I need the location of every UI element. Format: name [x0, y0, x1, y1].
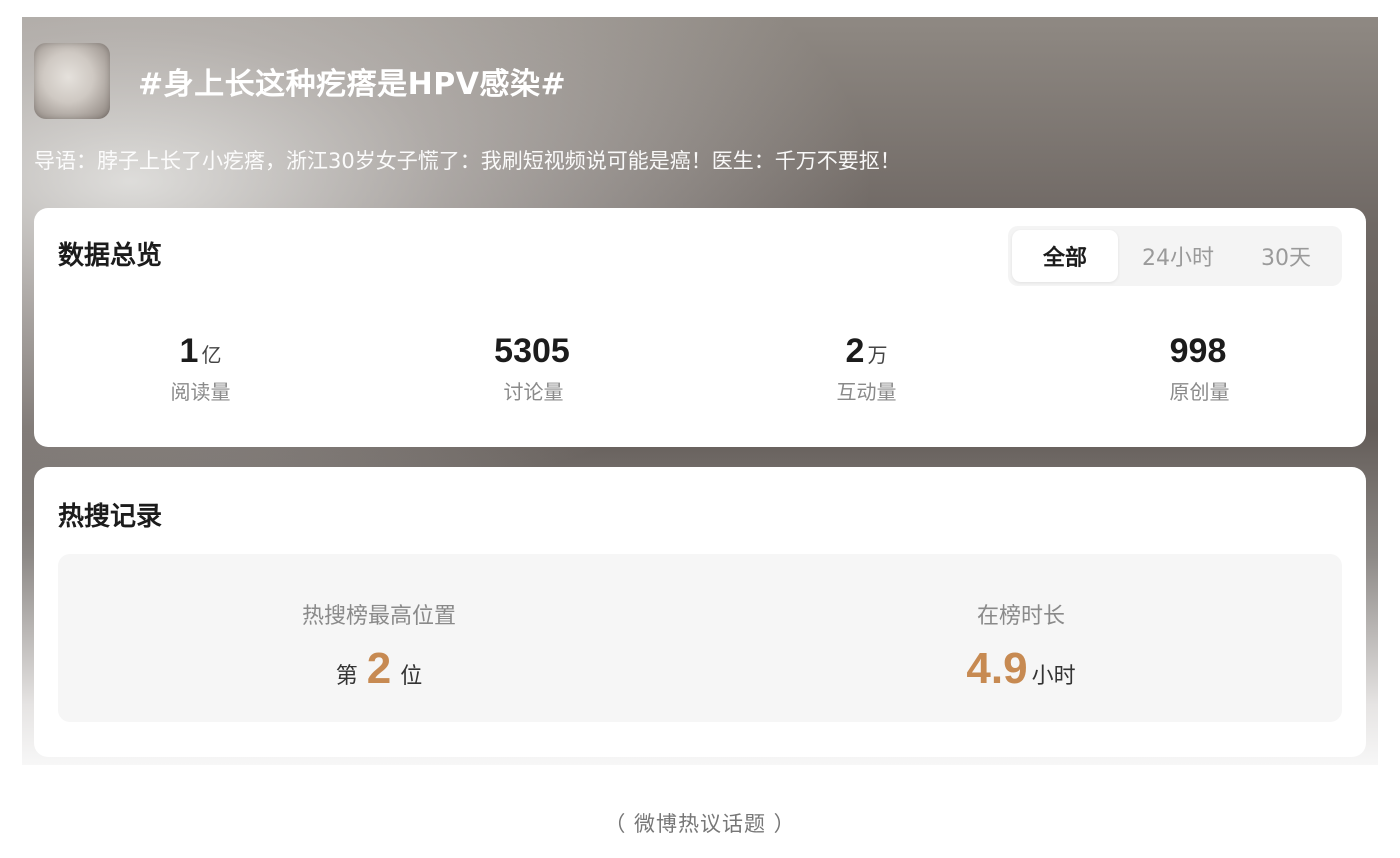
- stat-interactions-unit: 万: [867, 343, 888, 367]
- tab-24-hours[interactable]: 24小时: [1118, 230, 1238, 282]
- stats-row: 1 亿 阅读量 5305 讨论量 2 万 互动量 998 原创量: [34, 332, 1366, 405]
- highest-position-value: 2: [366, 644, 392, 693]
- stat-reads-unit: 亿: [201, 343, 222, 367]
- duration-label: 在榜时长: [976, 604, 1065, 629]
- data-overview-card: 数据总览 全部 24小时 30天 1 亿 阅读量 5305 讨论量 2 万 互动…: [34, 208, 1366, 447]
- duration-block: 在榜时长 4.9 小时: [700, 554, 1342, 722]
- image-caption: （ 微博热议话题 ）: [604, 812, 796, 836]
- hot-search-card: 热搜记录 热搜榜最高位置 第 2 位 在榜时长 4.9 小时: [34, 467, 1366, 757]
- topic-lead: 导语：脖子上长了小疙瘩，浙江30岁女子慌了：我刷短视频说可能是癌！医生：千万不要…: [34, 149, 901, 173]
- data-overview-title: 数据总览: [58, 241, 163, 271]
- stat-discussions-label: 讨论量: [503, 380, 564, 404]
- hot-search-panel: 热搜榜最高位置 第 2 位 在榜时长 4.9 小时: [58, 554, 1342, 722]
- stat-interactions-label: 互动量: [836, 380, 897, 404]
- stat-reads: 1 亿 阅读量: [34, 332, 367, 405]
- topic-header: #身上长这种疙瘩是HPV感染#: [34, 43, 566, 119]
- stat-interactions-value: 2: [845, 332, 865, 370]
- highest-position-block: 热搜榜最高位置 第 2 位: [58, 554, 700, 722]
- stat-reads-value: 1: [179, 332, 199, 370]
- stat-original-posts-label: 原创量: [1169, 380, 1230, 404]
- topic-avatar[interactable]: [34, 43, 110, 119]
- tab-30-days[interactable]: 30天: [1238, 230, 1334, 282]
- stat-discussions-value: 5305: [494, 332, 570, 370]
- duration-suffix: 小时: [1031, 664, 1076, 689]
- highest-position-suffix: 位: [400, 664, 423, 689]
- hot-search-title: 热搜记录: [58, 502, 163, 532]
- topic-title[interactable]: #身上长这种疙瘩是HPV感染#: [138, 59, 566, 103]
- tab-all[interactable]: 全部: [1012, 230, 1118, 282]
- duration-value: 4.9: [966, 644, 1028, 693]
- stat-interactions: 2 万 互动量: [700, 332, 1033, 405]
- highest-position-prefix: 第: [335, 664, 358, 689]
- stat-discussions: 5305 讨论量: [367, 332, 700, 405]
- stat-reads-label: 阅读量: [170, 380, 231, 404]
- time-range-tabs: 全部 24小时 30天: [1008, 226, 1342, 286]
- highest-position-label: 热搜榜最高位置: [301, 604, 456, 629]
- stat-original-posts-value: 998: [1169, 332, 1227, 370]
- stat-original-posts: 998 原创量: [1033, 332, 1366, 405]
